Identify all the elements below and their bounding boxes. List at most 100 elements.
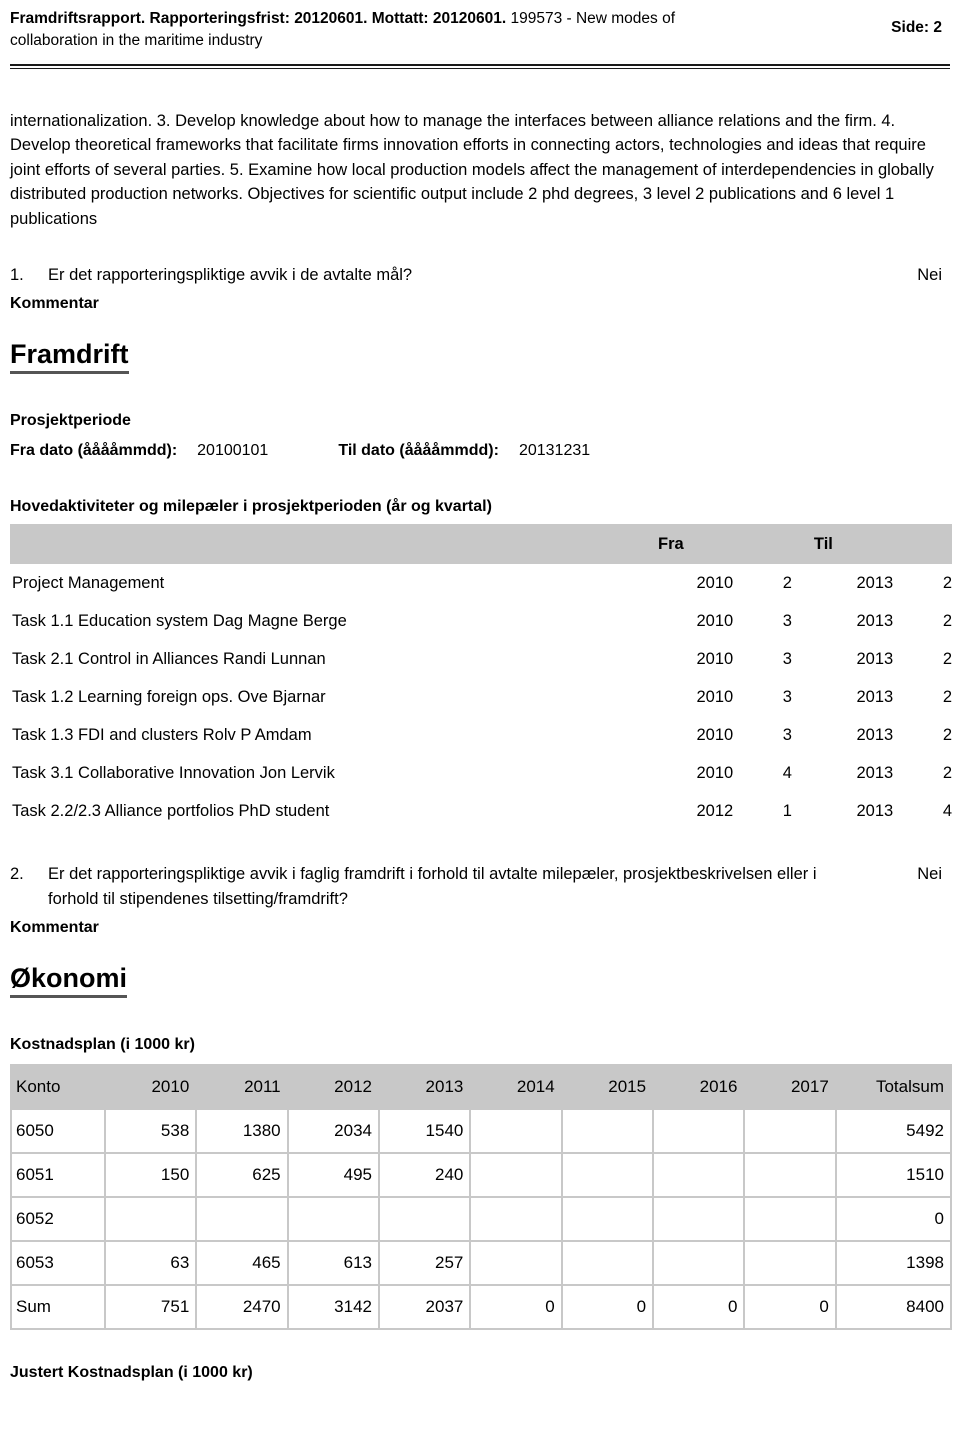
milestone-task-name: Task 1.3 FDI and clusters Rolv P Amdam xyxy=(12,725,312,744)
cost-cell-year: 538 xyxy=(105,1110,196,1153)
cost-cell-total: 0 xyxy=(836,1198,950,1241)
cost-cell-year: 2470 xyxy=(197,1286,287,1329)
milestones-col-fra-quarter xyxy=(733,524,792,565)
cost-cell-year xyxy=(745,1198,835,1241)
milestone-til-quarter: 4 xyxy=(942,801,952,820)
cost-cell-total: 8400 xyxy=(836,1286,950,1329)
cost-cell-konto: 6052 xyxy=(12,1198,104,1241)
milestones-table-body: Project Management 2010 2 2013 2 Task 1.1 Edu… xyxy=(10,564,952,830)
cost-cell-year xyxy=(562,1198,653,1241)
cost-cell-year: 0 xyxy=(654,1286,744,1329)
milestone-fra-year: 2012 xyxy=(696,801,734,820)
cost-col-year-2014: 2014 xyxy=(471,1066,561,1109)
cost-cell-year: 257 xyxy=(380,1242,470,1285)
milestones-table-wrapper: Fra Til Project Management 2010 2 2013 2 Task… xyxy=(10,524,952,830)
milestones-col-til: Til xyxy=(791,524,894,565)
cost-cell-year xyxy=(562,1242,653,1285)
cost-cell-year xyxy=(197,1198,287,1241)
table-row: 6052 0 xyxy=(12,1198,950,1241)
cost-cell-year: 0 xyxy=(471,1286,561,1329)
cost-cell-total: 1510 xyxy=(836,1154,950,1197)
milestone-task-name: Task 1.1 Education system Dag Magne Berg… xyxy=(12,611,347,630)
milestone-fra-year: 2010 xyxy=(696,763,734,782)
table-row: 6051 150 625 495 240 1510 xyxy=(12,1154,950,1197)
cost-cell-year: 625 xyxy=(197,1154,287,1197)
milestone-task-name: Task 1.2 Learning foreign ops. Ove Bjarn… xyxy=(12,687,326,706)
question-1: 1. Er det rapporteringspliktige avvik i … xyxy=(10,263,950,287)
cost-col-year-2015: 2015 xyxy=(562,1066,653,1109)
cost-cell-total: 5492 xyxy=(836,1110,950,1153)
table-row: Task 1.3 FDI and clusters Rolv P Amdam 20… xyxy=(10,716,952,754)
cost-cell-year: 1380 xyxy=(197,1110,287,1153)
cost-cell-year: 240 xyxy=(380,1154,470,1197)
cost-table-head: Konto 2010 2011 2012 2013 2014 2015 2016 2017 Tot… xyxy=(12,1066,950,1109)
document-page: Framdriftsrapport. Rapporteringsfrist: 2… xyxy=(0,0,960,1436)
til-dato-label: Til dato (ååååmmdd): xyxy=(338,442,499,460)
cost-cell-year xyxy=(654,1110,744,1153)
question-1-text: Er det rapporteringspliktige avvik i de … xyxy=(48,266,413,285)
cost-cell-konto: Sum xyxy=(12,1286,104,1329)
cost-cell-year xyxy=(471,1110,561,1153)
milestones-table: Fra Til Project Management 2010 2 2013 2 Task… xyxy=(10,524,952,830)
question-2-answer: Nei xyxy=(917,865,942,884)
milestone-fra-quarter: 1 xyxy=(782,801,792,820)
milestone-fra-quarter: 3 xyxy=(782,611,792,630)
milestone-fra-quarter: 3 xyxy=(782,725,792,744)
milestone-task-name: Project Management xyxy=(12,573,165,592)
table-row: 6053 63 465 613 257 1398 xyxy=(12,1242,950,1285)
milestone-til-year: 2013 xyxy=(856,763,894,782)
question-2-number: 2. xyxy=(10,865,24,884)
cost-cell-year xyxy=(654,1242,744,1285)
framdrift-section: Framdrift xyxy=(10,313,950,375)
cost-cell-year xyxy=(562,1110,653,1153)
question-2-text: Er det rapporteringspliktige avvik i fag… xyxy=(48,865,817,908)
milestone-til-year: 2013 xyxy=(856,801,894,820)
cost-cell-year: 0 xyxy=(745,1286,835,1329)
justert-kostnadsplan-label: Justert Kostnadsplan (i 1000 kr) xyxy=(10,1364,253,1382)
question-2-kommentar-label: Kommentar xyxy=(10,919,99,937)
question-1-number: 1. xyxy=(10,266,24,285)
objectives-paragraph: internationalization. 3. Develop knowled… xyxy=(10,112,934,228)
cost-col-year-2013: 2013 xyxy=(380,1066,470,1109)
fra-dato-value: 20100101 xyxy=(197,442,269,460)
cost-col-totalsum: Totalsum xyxy=(836,1066,950,1109)
til-dato-value: 20131231 xyxy=(518,442,591,460)
cost-col-year-2016: 2016 xyxy=(654,1066,744,1109)
cost-cell-year xyxy=(471,1198,561,1241)
cost-col-year-2012: 2012 xyxy=(288,1066,378,1109)
milestone-til-quarter: 2 xyxy=(942,649,952,668)
cost-cell-year: 1540 xyxy=(380,1110,470,1153)
milestone-til-quarter: 2 xyxy=(942,763,952,782)
prosjektperiode-dates: Fra dato (ååååmmdd): 20100101 Til dato (… xyxy=(10,442,950,460)
cost-col-year-2010: 2010 xyxy=(105,1066,196,1109)
milestone-til-year: 2013 xyxy=(856,611,894,630)
milestone-fra-year: 2010 xyxy=(696,649,734,668)
milestone-til-year: 2013 xyxy=(856,649,894,668)
cost-cell-konto: 6050 xyxy=(12,1110,104,1153)
table-row: Task 1.2 Learning foreign ops. Ove Bjarn… xyxy=(10,678,952,716)
document-content: internationalization. 3. Develop knowled… xyxy=(0,109,960,1382)
prosjektperiode-label: Prosjektperiode xyxy=(10,412,131,430)
cost-cell-year xyxy=(380,1198,470,1241)
milestone-til-year: 2013 xyxy=(856,573,894,592)
milestone-til-quarter: 2 xyxy=(942,725,952,744)
milestones-col-fra: Fra xyxy=(640,524,734,565)
milestone-til-quarter: 2 xyxy=(942,573,952,592)
milestone-task-name: Task 3.1 Collaborative Innovation Jon Le… xyxy=(12,763,335,782)
table-row: Task 1.1 Education system Dag Magne Berg… xyxy=(10,602,952,640)
cost-col-konto: Konto xyxy=(12,1066,104,1109)
table-row: Project Management 2010 2 2013 2 xyxy=(10,564,952,602)
cost-cell-year: 3142 xyxy=(288,1286,378,1329)
cost-cell-year: 613 xyxy=(288,1242,378,1285)
milestone-task-name: Task 2.2/2.3 Alliance portfolios PhD stu… xyxy=(12,801,330,820)
cost-col-year-2011: 2011 xyxy=(197,1066,287,1109)
cost-cell-year xyxy=(471,1242,561,1285)
header-divider-rule xyxy=(10,64,950,69)
table-row: Sum 751 2470 3142 2037 0 0 0 0 8400 xyxy=(12,1286,950,1329)
okonomi-section: Økonomi xyxy=(10,937,950,999)
cost-cell-year: 465 xyxy=(197,1242,287,1285)
cost-cell-year xyxy=(562,1154,653,1197)
header-title-bold: Framdriftsrapport. Rapporteringsfrist: 2… xyxy=(10,10,507,27)
table-row: Task 2.1 Control in Alliances Randi Lunn… xyxy=(10,640,952,678)
milestones-table-head: Fra Til xyxy=(10,524,952,565)
